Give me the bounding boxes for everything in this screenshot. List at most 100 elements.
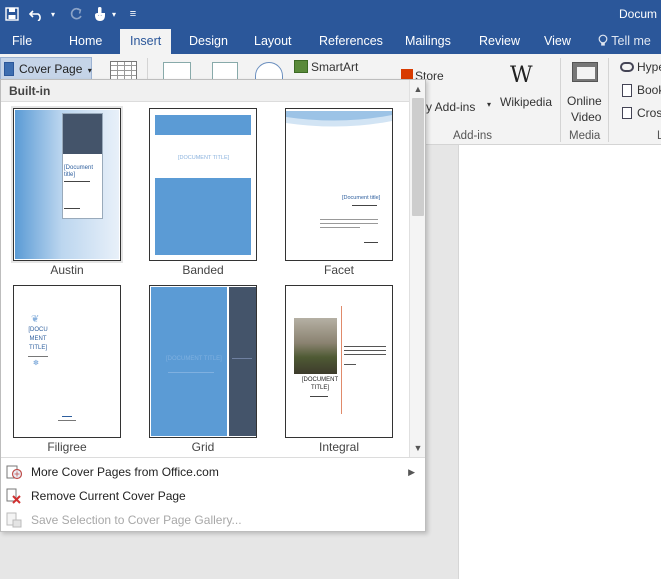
template-facet[interactable]: [Document title] bbox=[285, 108, 393, 261]
template-title-text: [DOCUMENT TITLE] bbox=[178, 155, 230, 161]
placeholder-line bbox=[344, 364, 356, 365]
tab-mailings[interactable]: Mailings bbox=[395, 29, 461, 54]
template-label-integral: Integral bbox=[318, 440, 360, 454]
tab-home[interactable]: Home bbox=[59, 29, 112, 54]
template-banded[interactable]: [DOCUMENT TITLE] bbox=[149, 108, 257, 261]
scroll-down-arrow[interactable]: ▼ bbox=[411, 440, 425, 456]
tab-design[interactable]: Design bbox=[179, 29, 238, 54]
more-cover-pages-menu-item[interactable]: More Cover Pages from Office.com ▶ bbox=[1, 460, 425, 484]
placeholder-line bbox=[58, 420, 76, 421]
more-cover-pages-label: More Cover Pages from Office.com bbox=[31, 465, 219, 479]
redo-icon bbox=[66, 3, 86, 25]
tab-review[interactable]: Review bbox=[469, 29, 530, 54]
cross-reference-icon bbox=[622, 107, 632, 119]
placeholder-line bbox=[344, 346, 386, 347]
smartart-icon bbox=[294, 60, 308, 73]
group-label-addins: Add-ins bbox=[453, 130, 492, 142]
placeholder-line bbox=[352, 205, 377, 206]
template-title-text: [Document title] bbox=[64, 165, 94, 178]
office-com-icon bbox=[6, 464, 23, 480]
smartart-button[interactable]: SmartArt bbox=[311, 60, 358, 74]
hyperlink-button[interactable]: Hype bbox=[637, 60, 661, 74]
austin-header-block bbox=[63, 114, 102, 154]
online-video-label-1[interactable]: Online bbox=[567, 94, 602, 108]
cover-page-icon bbox=[4, 62, 14, 76]
tab-file[interactable]: File bbox=[2, 29, 42, 54]
bookmark-icon bbox=[622, 84, 632, 97]
tab-view[interactable]: View bbox=[534, 29, 581, 54]
cover-page-gallery: Built-in ▲ ▼ [Document title] Austin [DO… bbox=[0, 79, 426, 532]
undo-dropdown-icon[interactable]: ▾ bbox=[49, 3, 57, 25]
save-to-gallery-icon bbox=[6, 512, 22, 528]
word-window: ▾ ▾ ≡ Docum File Home Insert Design Layo… bbox=[0, 0, 661, 579]
my-addins-button[interactable]: y Add-ins bbox=[426, 100, 475, 114]
save-icon[interactable] bbox=[2, 3, 22, 25]
tell-me-box[interactable]: Tell me bbox=[598, 29, 651, 54]
ribbon-tabs: File Home Insert Design Layout Reference… bbox=[0, 29, 661, 54]
remove-cover-page-label: Remove Current Cover Page bbox=[31, 489, 186, 503]
wikipedia-icon: W bbox=[510, 63, 533, 88]
remove-cover-page-icon bbox=[6, 488, 22, 504]
placeholder-line bbox=[168, 372, 214, 373]
ribbon-separator bbox=[560, 58, 561, 142]
template-label-grid: Grid bbox=[191, 440, 215, 454]
banded-top-band bbox=[155, 115, 251, 135]
wikipedia-button[interactable]: Wikipedia bbox=[500, 95, 552, 109]
lightbulb-icon bbox=[598, 34, 608, 46]
facet-wave bbox=[286, 111, 392, 127]
save-selection-label: Save Selection to Cover Page Gallery... bbox=[31, 513, 242, 527]
placeholder-line bbox=[28, 356, 48, 357]
template-label-facet: Facet bbox=[323, 263, 354, 277]
gallery-scrollbar[interactable]: ▲ ▼ bbox=[409, 80, 425, 457]
template-title-text: [Document title] bbox=[342, 195, 381, 201]
submenu-arrow-icon: ▶ bbox=[408, 467, 415, 477]
placeholder-line bbox=[320, 219, 378, 220]
chevron-down-icon: ▾ bbox=[87, 66, 92, 75]
scrollbar-thumb[interactable] bbox=[412, 98, 424, 216]
title-bar: ▾ ▾ ≡ Docum bbox=[0, 0, 661, 29]
placeholder-line bbox=[64, 208, 80, 209]
placeholder-line bbox=[62, 416, 72, 417]
bookmark-button[interactable]: Book bbox=[637, 83, 661, 97]
template-title-text: [DOCUMENT TITLE] bbox=[166, 356, 222, 362]
document-title: Docum bbox=[618, 7, 657, 21]
cover-page-label: Cover Page bbox=[19, 62, 83, 76]
tab-layout[interactable]: Layout bbox=[244, 29, 302, 54]
touch-mode-dropdown-icon[interactable]: ▾ bbox=[110, 3, 118, 25]
gallery-section-header: Built-in bbox=[1, 80, 409, 102]
filigree-ornament-icon: ❦ bbox=[31, 314, 40, 325]
integral-divider bbox=[341, 306, 342, 414]
template-title-text: [DOCU MENT TITLE] bbox=[28, 327, 48, 351]
online-video-label-2[interactable]: Video bbox=[571, 110, 601, 124]
my-addins-dropdown-icon[interactable]: ▾ bbox=[487, 100, 491, 109]
placeholder-line bbox=[310, 396, 328, 397]
tab-references[interactable]: References bbox=[309, 29, 393, 54]
remove-cover-page-menu-item[interactable]: Remove Current Cover Page bbox=[1, 484, 425, 508]
tell-me-label: Tell me bbox=[611, 34, 651, 48]
save-selection-menu-item: Save Selection to Cover Page Gallery... bbox=[1, 508, 425, 532]
menu-separator bbox=[1, 457, 425, 458]
template-grid[interactable]: [DOCUMENT TITLE] bbox=[149, 285, 257, 438]
template-integral[interactable]: [DOCUMENT TITLE] bbox=[285, 285, 393, 438]
cross-reference-button[interactable]: Cros bbox=[637, 106, 661, 120]
placeholder-line bbox=[320, 223, 378, 224]
group-label-media: Media bbox=[569, 130, 601, 142]
document-page[interactable] bbox=[458, 145, 661, 579]
ribbon-separator bbox=[608, 58, 609, 142]
filigree-ornament-bottom-icon: ✽ bbox=[33, 360, 39, 367]
undo-icon[interactable] bbox=[26, 3, 48, 25]
table-icon[interactable] bbox=[110, 61, 137, 81]
template-austin[interactable]: [Document title] bbox=[11, 106, 123, 263]
template-filigree[interactable]: ❦ [DOCU MENT TITLE] ✽ bbox=[13, 285, 121, 438]
hyperlink-icon bbox=[620, 62, 634, 72]
placeholder-line bbox=[364, 242, 378, 243]
placeholder-line bbox=[320, 227, 360, 228]
banded-bottom-band bbox=[155, 178, 251, 255]
scroll-up-arrow[interactable]: ▲ bbox=[411, 81, 425, 97]
online-video-icon bbox=[572, 62, 598, 82]
template-title-text: [DOCUMENT TITLE] bbox=[301, 377, 339, 391]
touch-mode-icon[interactable] bbox=[90, 3, 110, 25]
placeholder-line bbox=[232, 358, 252, 359]
customize-qat-icon[interactable]: ≡ bbox=[126, 3, 140, 25]
tab-insert[interactable]: Insert bbox=[120, 29, 172, 54]
